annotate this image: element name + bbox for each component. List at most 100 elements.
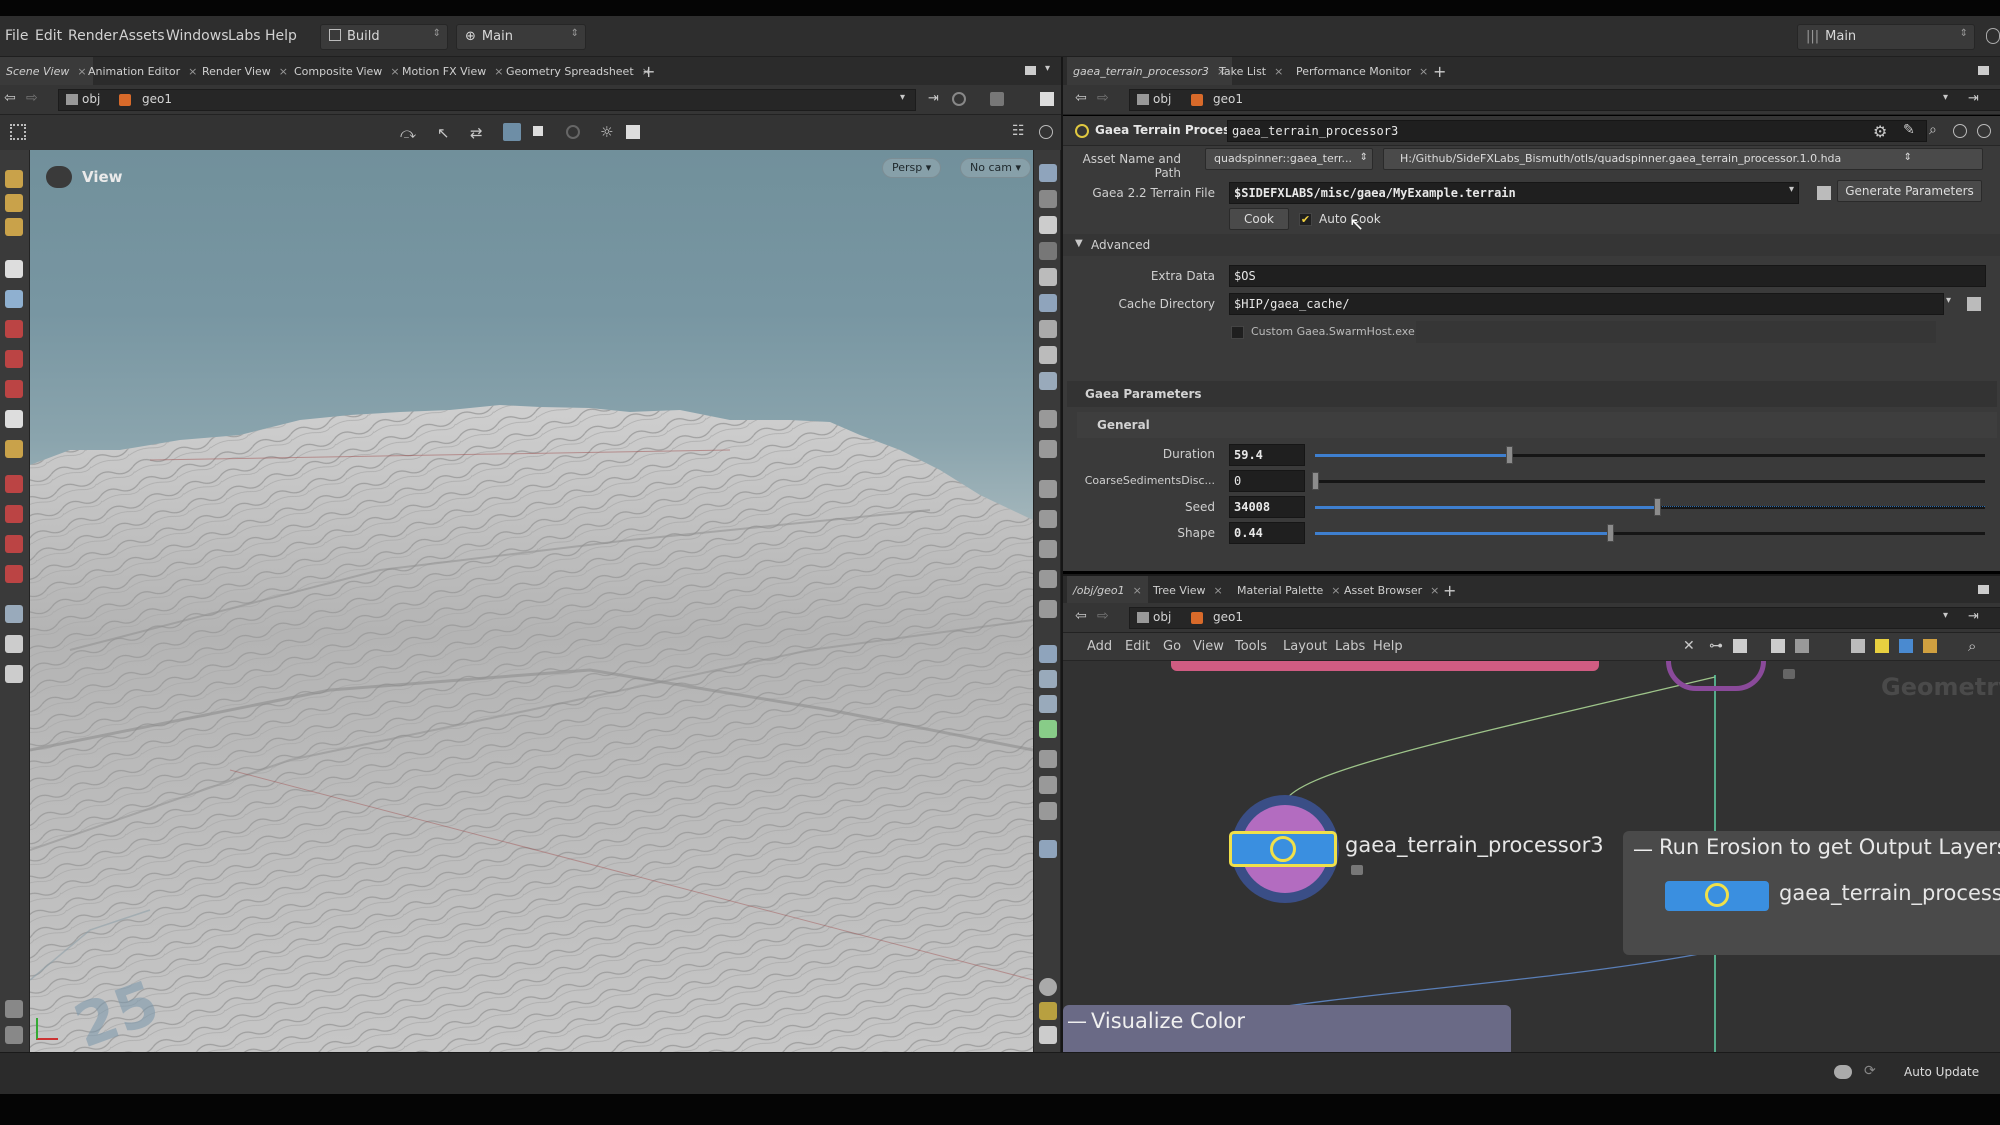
paint-icon[interactable] [5, 380, 23, 398]
close-icon[interactable]: × [1133, 584, 1142, 597]
tab-take-list[interactable]: Take List × [1213, 57, 1289, 87]
asset-path-dropdown[interactable]: H:/Github/SideFXLabs_Bismuth/otls/quadsp… [1383, 148, 1983, 170]
box-icon[interactable] [533, 126, 543, 136]
generate-parameters-button[interactable]: Generate Parameters [1837, 180, 1982, 202]
cook-button[interactable]: Cook [1229, 208, 1289, 230]
quad-view-icon[interactable] [1039, 1002, 1057, 1020]
rotate-icon[interactable] [5, 218, 23, 236]
scissors-icon[interactable] [1039, 750, 1057, 768]
path-field[interactable] [58, 89, 916, 111]
people-icon[interactable] [5, 410, 23, 428]
cache-dir-field[interactable]: $HIP/gaea_cache/ [1229, 293, 1944, 315]
help-icon[interactable] [1977, 124, 1991, 138]
help-icon[interactable] [1986, 28, 2000, 44]
cloud-icon[interactable] [5, 1000, 23, 1018]
net-menu-layout[interactable]: Layout [1283, 639, 1327, 654]
tab-animation-editor[interactable]: Animation Editor × [82, 57, 203, 87]
path-obj[interactable]: obj [82, 92, 100, 106]
template-icon[interactable] [1039, 720, 1057, 738]
brush-icon[interactable]: ✎ [1903, 122, 1915, 138]
pointer-icon[interactable] [5, 260, 23, 278]
net-menu-go[interactable]: Go [1163, 639, 1181, 654]
image-icon[interactable] [1039, 802, 1057, 820]
copy-icon[interactable] [1039, 776, 1057, 794]
transform-icon[interactable]: ⇄ [470, 124, 483, 142]
forward-arrow-icon[interactable]: ⇨ [1097, 608, 1109, 624]
view-cube-icon[interactable] [46, 166, 72, 188]
circle-icon[interactable] [566, 125, 580, 139]
path-field[interactable] [1129, 89, 2000, 111]
magnet-red-icon[interactable] [5, 565, 23, 583]
close-icon[interactable]: × [279, 65, 288, 78]
collapse-icon[interactable]: — [1067, 1009, 1087, 1033]
snap-icon[interactable] [503, 123, 521, 141]
vertex-icon[interactable] [1039, 570, 1057, 588]
net-menu-tools[interactable]: Tools [1235, 639, 1267, 654]
advanced-folder[interactable]: ▼ Advanced [1063, 234, 2000, 256]
desktop-dropdown[interactable]: Build ⇕ [320, 24, 448, 50]
select-icon[interactable] [5, 170, 23, 188]
close-icon[interactable]: × [1419, 65, 1428, 78]
add-tab-icon[interactable]: + [1433, 62, 1446, 81]
close-icon[interactable]: × [1214, 584, 1223, 597]
menu-windows[interactable]: Windows [166, 28, 229, 44]
net-menu-edit[interactable]: Edit [1125, 639, 1150, 654]
context-dropdown[interactable]: ⊕ Main ⇕ [456, 24, 586, 50]
menu-labs[interactable]: Labs [228, 28, 261, 44]
locate-icon[interactable] [1039, 840, 1057, 858]
desktop-main-dropdown[interactable]: ||| Main ⇕ [1797, 24, 1975, 50]
sphere-icon[interactable] [5, 350, 23, 368]
pane-options-icon[interactable] [1978, 585, 1989, 594]
close-icon[interactable]: × [1430, 584, 1439, 597]
menu-assets[interactable]: Assets [119, 28, 165, 44]
display-options-icon[interactable]: ☷ [1012, 123, 1025, 139]
target-icon[interactable] [1039, 242, 1057, 260]
lock-camera-icon[interactable] [1039, 216, 1057, 234]
link-icon[interactable] [952, 92, 966, 106]
magnet-icon[interactable] [5, 505, 23, 523]
light-icon[interactable]: ☼ [600, 123, 613, 141]
points-icon[interactable] [1039, 410, 1057, 428]
move-icon[interactable] [5, 194, 23, 212]
seed-slider-handle[interactable] [1654, 498, 1661, 516]
network-box-run-erosion[interactable]: — Run Erosion to get Output Layers gaea_… [1623, 831, 2000, 955]
render-shading-icon[interactable] [1039, 294, 1057, 312]
coarse-sediments-slider-track[interactable] [1315, 480, 1985, 483]
grid-icon[interactable] [1771, 639, 1785, 653]
network-view-icon[interactable] [1851, 639, 1865, 653]
tab-performance-monitor[interactable]: Performance Monitor × [1290, 57, 1434, 87]
camera-button[interactable]: No cam ▾ [960, 158, 1031, 178]
tab-render-view[interactable]: Render View × [196, 57, 294, 87]
ghost-icon[interactable] [1039, 695, 1057, 713]
close-icon[interactable]: × [1274, 65, 1283, 78]
extra-data-field[interactable]: $OS [1229, 265, 1986, 287]
general-tab[interactable]: General [1077, 412, 1997, 438]
info-icon[interactable] [1953, 124, 1967, 138]
coarse-sediments-slider-handle[interactable] [1312, 472, 1319, 490]
auto-cook-checkbox[interactable]: ✔ [1299, 213, 1312, 226]
forward-arrow-icon[interactable]: ⇨ [26, 90, 38, 106]
pink-node-bar[interactable] [1171, 661, 1599, 671]
home-view-icon[interactable] [1039, 164, 1057, 182]
tab-composite-view[interactable]: Composite View × [288, 57, 406, 87]
shape-field[interactable]: 0.44 [1229, 522, 1305, 544]
duration-field[interactable]: 59.4 [1229, 444, 1305, 466]
pin-icon[interactable]: ⇥ [1968, 609, 1979, 624]
coarse-sediments-field[interactable]: 0 [1229, 470, 1305, 492]
chat-icon[interactable] [1834, 1065, 1852, 1079]
duration-slider-handle[interactable] [1506, 446, 1513, 464]
pin-icon[interactable]: ⇥ [928, 91, 939, 106]
tab-motion-fx-view[interactable]: Motion FX View × [396, 57, 509, 87]
mouse-icon[interactable] [5, 665, 23, 683]
search-icon[interactable]: ⌕ [1929, 122, 1937, 138]
chevron-down-icon[interactable]: ▾ [1943, 92, 1948, 103]
list-icon[interactable] [1733, 639, 1747, 653]
node-name-field[interactable]: gaea_terrain_processor3 [1227, 120, 1927, 142]
net-menu-labs[interactable]: Labs [1335, 639, 1365, 654]
camera-gear-icon[interactable] [626, 125, 640, 139]
asset-name-dropdown[interactable]: quadspinner::gaea_terr... ⇕ [1205, 148, 1373, 170]
back-arrow-icon[interactable]: ⇦ [1075, 90, 1087, 106]
network-box-visualize[interactable]: — Visualize Color [1063, 1005, 1511, 1052]
tab-network-path[interactable]: /obj/geo1 × [1067, 576, 1148, 606]
auto-update-button[interactable]: Auto Update [1904, 1065, 1979, 1079]
